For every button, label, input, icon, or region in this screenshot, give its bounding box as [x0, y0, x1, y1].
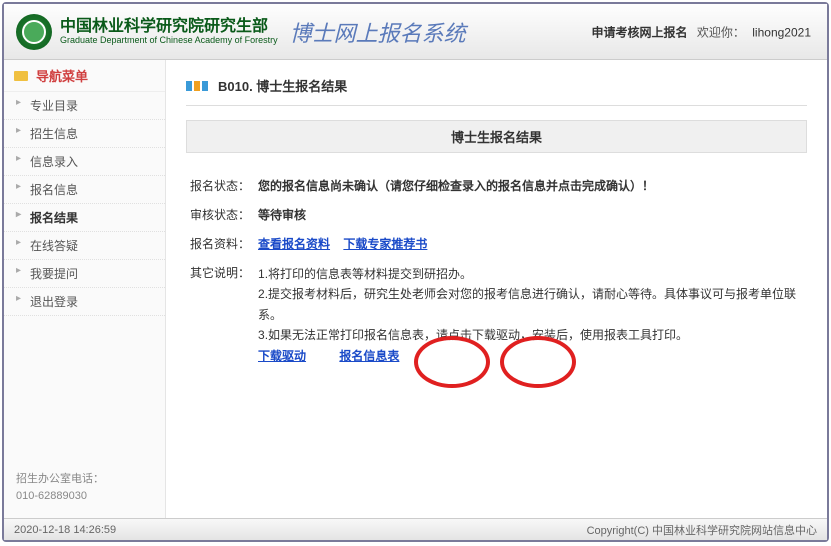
row-review: 审核状态： 等待审核 — [186, 200, 807, 229]
note-3: 3.如果无法正常打印报名信息表，请点击下载驱动，安装后，使用报表工具打印。 — [258, 325, 803, 345]
divider — [186, 105, 807, 106]
nav-item-catalog[interactable]: 专业目录 — [4, 92, 165, 120]
nav-item-qa[interactable]: 在线答疑 — [4, 232, 165, 260]
org-name-cn: 中国林业科学研究院研究生部 — [60, 18, 278, 36]
download-recommend-link[interactable]: 下载专家推荐书 — [343, 237, 427, 251]
nav-item-info[interactable]: 报名信息 — [4, 176, 165, 204]
nav-list: 专业目录 招生信息 信息录入 报名信息 报名结果 在线答疑 我要提问 退出登录 — [4, 92, 165, 316]
nav-item-ask[interactable]: 我要提问 — [4, 260, 165, 288]
result-table: 报名状态： 您的报名信息尚未确认（请您仔细检查录入的报名信息并点击完成确认）！ … — [186, 171, 807, 372]
status-value: 您的报名信息尚未确认（请您仔细检查录入的报名信息并点击完成确认）！ — [254, 171, 807, 200]
info-form-link[interactable]: 报名信息表 — [339, 349, 399, 363]
notes-content: 1.将打印的信息表等材料提交到研招办。 2.提交报考材料后，研究生处老师会对您的… — [254, 258, 807, 372]
material-label: 报名资料： — [186, 229, 254, 258]
sidebar-contact: 招生办公室电话： 010-62889030 — [4, 459, 165, 518]
header-right: 申请考核网上报名 欢迎你： lihong2021 — [592, 23, 811, 40]
footer: 2020-12-18 14:26:59 Copyright(C) 中国林业科学研… — [4, 518, 827, 540]
nav-header: 导航菜单 — [4, 60, 165, 92]
row-notes: 其它说明： 1.将打印的信息表等材料提交到研招办。 2.提交报考材料后，研究生处… — [186, 258, 807, 372]
logo-icon — [16, 14, 52, 50]
notes-label: 其它说明： — [186, 258, 254, 372]
system-name: 博士网上报名系统 — [290, 16, 466, 48]
footer-copyright: Copyright(C) 中国林业科学研究院网站信息中心 — [587, 522, 817, 538]
section-title: 博士生报名结果 — [186, 120, 807, 153]
welcome-label: 欢迎你： — [697, 25, 745, 39]
apply-label[interactable]: 申请考核网上报名 — [592, 25, 688, 39]
office-label: 招生办公室电话： — [16, 471, 153, 489]
breadcrumb-text: B010. 博士生报名结果 — [218, 76, 347, 95]
note-1: 1.将打印的信息表等材料提交到研招办。 — [258, 264, 803, 284]
breadcrumb-icon — [186, 81, 210, 91]
breadcrumb: B010. 博士生报名结果 — [186, 76, 807, 95]
nav-title: 导航菜单 — [36, 66, 88, 85]
footer-timestamp: 2020-12-18 14:26:59 — [14, 524, 116, 536]
nav-item-result[interactable]: 报名结果 — [4, 204, 165, 232]
header-titles: 中国林业科学研究院研究生部 Graduate Department of Chi… — [60, 18, 278, 45]
sidebar: 导航菜单 专业目录 招生信息 信息录入 报名信息 报名结果 在线答疑 我要提问 … — [4, 60, 166, 518]
view-material-link[interactable]: 查看报名资料 — [258, 237, 330, 251]
nav-folder-icon — [14, 69, 30, 83]
note-2: 2.提交报考材料后，研究生处老师会对您的报考信息进行确认，请耐心等待。具体事议可… — [258, 284, 803, 325]
download-driver-link[interactable]: 下载驱动 — [258, 349, 306, 363]
row-status: 报名状态： 您的报名信息尚未确认（请您仔细检查录入的报名信息并点击完成确认）！ — [186, 171, 807, 200]
review-value: 等待审核 — [254, 200, 807, 229]
nav-item-input[interactable]: 信息录入 — [4, 148, 165, 176]
status-label: 报名状态： — [186, 171, 254, 200]
main-content: B010. 博士生报名结果 博士生报名结果 报名状态： 您的报名信息尚未确认（请… — [166, 60, 827, 518]
review-label: 审核状态： — [186, 200, 254, 229]
nav-item-logout[interactable]: 退出登录 — [4, 288, 165, 316]
header: 中国林业科学研究院研究生部 Graduate Department of Chi… — [4, 4, 827, 60]
org-name-en: Graduate Department of Chinese Academy o… — [60, 36, 278, 45]
nav-item-admission[interactable]: 招生信息 — [4, 120, 165, 148]
office-phone: 010-62889030 — [16, 488, 153, 506]
username: lihong2021 — [752, 25, 811, 39]
row-material: 报名资料： 查看报名资料 下载专家推荐书 — [186, 229, 807, 258]
